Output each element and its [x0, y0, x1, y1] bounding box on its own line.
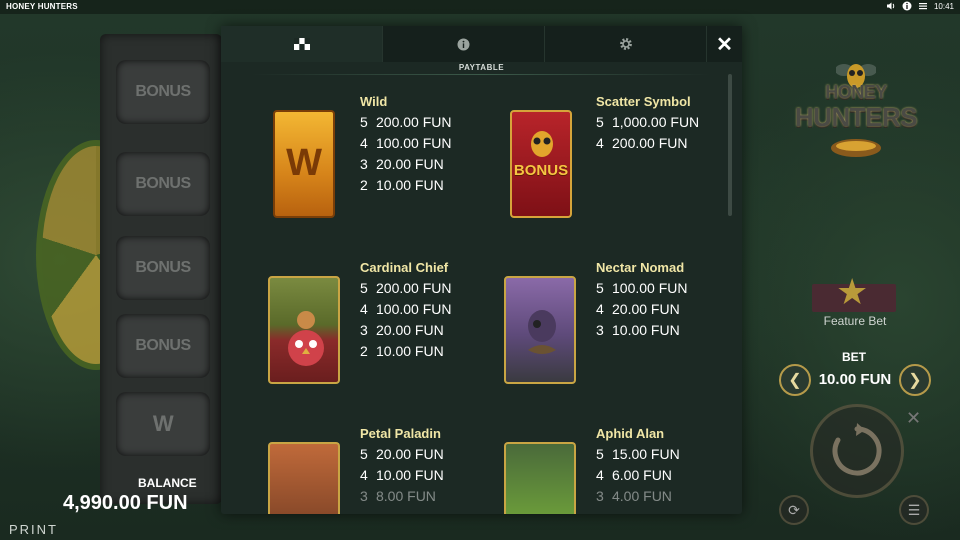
close-button[interactable]: ✕	[707, 26, 742, 62]
payout-row: 3 20.00 FUN	[360, 156, 444, 172]
bee-icon	[531, 131, 553, 157]
chevron-right-icon: ❯	[908, 372, 922, 389]
wild-letter: W	[286, 142, 322, 184]
tab-settings[interactable]	[545, 26, 707, 62]
logo-line-1: HONEY	[825, 82, 887, 102]
reel-symbol: BONUS	[116, 236, 210, 300]
payout-row: 5 200.00 FUN	[360, 280, 452, 296]
logo-line-2: HUNTERS	[794, 102, 918, 132]
tab-info[interactable]	[383, 26, 545, 62]
nectar-nomad-symbol	[504, 276, 576, 384]
bet-label: BET	[842, 350, 866, 364]
top-bar: HONEY HUNTERS 10:41	[0, 0, 960, 14]
reel-symbol: BONUS	[116, 60, 210, 124]
balance-value: 4,990.00 FUN	[63, 492, 188, 514]
divider	[251, 74, 711, 75]
spin-button[interactable]	[810, 404, 904, 498]
bet-value: 10.00 FUN	[818, 371, 892, 388]
symbol-name: Nectar Nomad	[596, 260, 685, 275]
close-icon: ✕	[716, 33, 733, 56]
symbol-name: Wild	[360, 94, 388, 109]
payout-row: 5 200.00 FUN	[360, 114, 452, 130]
game-logo: HONEY HUNTERS	[784, 52, 928, 162]
gear-icon	[619, 38, 632, 50]
aphid-alan-symbol	[504, 442, 576, 514]
reel-column: BONUS BONUS BONUS BONUS W	[100, 34, 222, 504]
spin-icon	[832, 423, 882, 476]
paytable-panel: ✕ PAYTABLE W Wild 5 200.00 FUN 4 100.00 FU…	[221, 26, 742, 514]
payout-row: 4 100.00 FUN	[360, 301, 452, 317]
clock: 10:41	[933, 1, 954, 11]
chevron-left-icon: ❮	[788, 372, 802, 389]
reel-symbol: W	[116, 392, 210, 456]
status-bar: 10:41	[886, 1, 954, 11]
payout-row: 3 20.00 FUN	[360, 322, 444, 338]
scatter-symbol: BONUS	[510, 110, 572, 218]
menu-button[interactable]: ☰	[899, 495, 929, 525]
payout-row: 3 8.00 FUN	[360, 488, 436, 504]
scrollbar[interactable]	[728, 74, 732, 216]
game-screen: HONEY HUNTERS 10:41 BONUS BONUS BONUS BO…	[0, 0, 960, 540]
payout-row: 5 15.00 FUN	[596, 446, 680, 462]
payout-row: 4 200.00 FUN	[596, 135, 688, 151]
star-icon: ★	[836, 271, 869, 312]
paytable-icon	[293, 38, 310, 50]
payout-row: 5 100.00 FUN	[596, 280, 688, 296]
print-label[interactable]: PRINT	[9, 522, 58, 537]
payout-row: 5 1,000.00 FUN	[596, 114, 700, 130]
bet-increase-button[interactable]: ❯	[899, 364, 931, 396]
payout-row: 2 10.00 FUN	[360, 177, 444, 193]
game-title: HONEY HUNTERS	[6, 2, 78, 11]
reel-symbol: BONUS	[116, 152, 210, 216]
symbol-name: Aphid Alan	[596, 426, 665, 441]
sound-icon[interactable]	[886, 1, 896, 11]
feature-bet-label: Feature Bet	[823, 314, 887, 328]
payout-row: 3 4.00 FUN	[596, 488, 672, 504]
petal-paladin-symbol	[268, 442, 340, 514]
payout-row: 4 10.00 FUN	[360, 467, 444, 483]
payout-row: 5 20.00 FUN	[360, 446, 444, 462]
tab-bar: ✕	[221, 26, 742, 62]
symbol-name: Scatter Symbol	[596, 94, 691, 109]
wild-symbol: W	[273, 110, 335, 218]
tab-paytable[interactable]	[221, 26, 383, 62]
honeycomb-icon	[831, 139, 881, 157]
symbol-name: Cardinal Chief	[360, 260, 449, 275]
bet-decrease-button[interactable]: ❮	[779, 364, 811, 396]
balance-label: BALANCE	[138, 476, 197, 490]
hamburger-icon: ☰	[907, 501, 921, 518]
bird-icon	[288, 311, 324, 366]
payout-row: 4 20.00 FUN	[596, 301, 680, 317]
payout-row: 4 100.00 FUN	[360, 135, 452, 151]
payout-row: 4 6.00 FUN	[596, 467, 672, 483]
autoplay-icon: ⟳	[788, 501, 800, 518]
menu-icon[interactable]	[918, 1, 928, 11]
info-icon	[457, 38, 470, 50]
info-icon[interactable]	[902, 1, 912, 11]
close-icon[interactable]: ✕	[906, 408, 921, 429]
symbol-name: Petal Paladin	[360, 426, 441, 441]
scatter-label: BONUS	[513, 162, 569, 179]
moth-icon	[528, 310, 556, 354]
autoplay-button[interactable]: ⟳	[779, 495, 809, 525]
payout-row: 3 10.00 FUN	[596, 322, 680, 338]
payout-row: 2 10.00 FUN	[360, 343, 444, 359]
reel-symbol: BONUS	[116, 314, 210, 378]
paytable-heading: PAYTABLE	[458, 63, 505, 72]
cardinal-chief-symbol	[268, 276, 340, 384]
